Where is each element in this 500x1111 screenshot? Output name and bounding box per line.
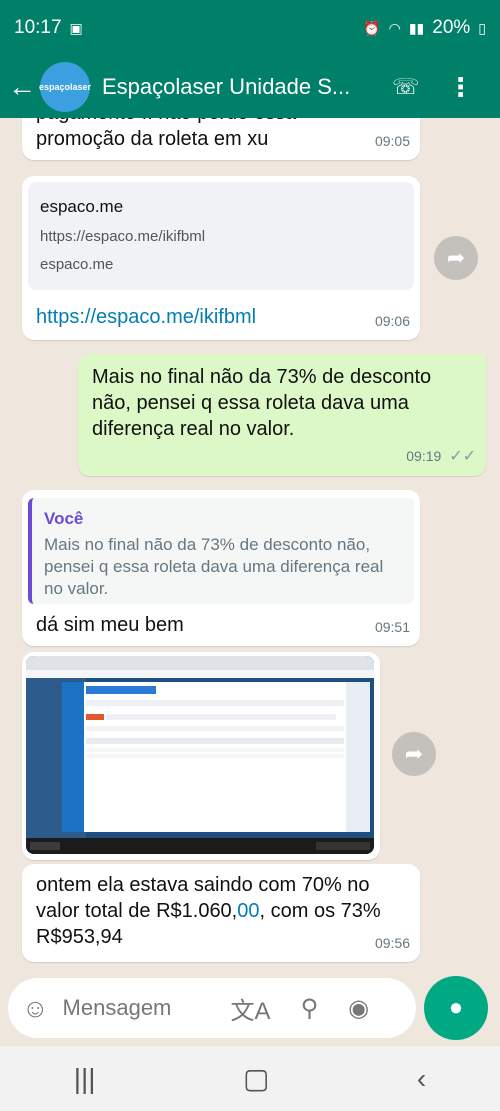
link-preview-card[interactable]: espaco.me https://espaco.me/ikifbml espa… (28, 182, 414, 290)
avatar-label: espaçolaser (38, 82, 92, 92)
back-arrow-icon[interactable]: ← (2, 71, 42, 103)
home-icon[interactable]: ▢ (243, 1062, 269, 1095)
alarm-icon: ⏰ (363, 19, 381, 36)
more-vert-icon[interactable]: ⋮ (448, 72, 474, 103)
message-text: dá sim meu bem (36, 614, 184, 636)
screenshot-image-graphic (26, 656, 374, 854)
message-link[interactable]: https://espaco.me/ikifbml (36, 304, 256, 330)
battery-icon: ▯ (478, 19, 486, 36)
message-outgoing[interactable]: Mais no final não da 73% de desconto não… (78, 354, 486, 476)
message-text: ontem ela estava saindo com 70% no valor… (36, 872, 406, 950)
chat-header: ← espaçolaser Espaçolaser Unidade S... ☏… (0, 56, 500, 118)
forward-icon[interactable]: ➦ (434, 236, 478, 280)
message-incoming-link[interactable]: espaco.me https://espaco.me/ikifbml espa… (22, 176, 420, 340)
message-incoming-image[interactable] (22, 652, 380, 860)
message-time: 09:51 (374, 619, 410, 635)
emoji-icon[interactable]: ☺ (22, 993, 49, 1024)
message-text-link[interactable]: 00 (237, 900, 259, 922)
message-time: 09:56 (374, 935, 410, 951)
avatar[interactable]: espaçolaser (38, 62, 92, 112)
notification-icon: ▣ (69, 19, 83, 36)
screenshot-image[interactable] (26, 656, 374, 854)
message-incoming[interactable]: pagamento .. não perde essa promoção da … (22, 118, 420, 160)
recent-apps-icon[interactable]: ||| (74, 1063, 96, 1095)
quote-text: Mais no final não da 73% de desconto não… (44, 535, 384, 598)
message-text: Mais no final não da 73% de desconto não… (92, 366, 432, 440)
message-incoming[interactable]: ontem ela estava saindo com 70% no valor… (22, 864, 420, 962)
chat-area[interactable]: pagamento .. não perde essa promoção da … (0, 118, 500, 978)
message-incoming-reply[interactable]: Você Mais no final não da 73% de descont… (22, 490, 420, 646)
link-preview-url: https://espaco.me/ikifbml (40, 228, 206, 245)
wifi-icon: ◠ (388, 19, 401, 36)
message-time-value: 09:19 (406, 448, 442, 464)
add-call-icon[interactable]: ☏ (392, 74, 420, 100)
link-preview-title: espaco.me (40, 197, 124, 216)
message-text: pagamento .. não perde essa promoção da … (36, 118, 296, 150)
quote-author: Você (44, 509, 84, 528)
status-bar: 10:17 ▣ ⏰ ◠ ▮▮ 20% ▯ (0, 0, 500, 56)
message-time: 09:06 (374, 313, 410, 329)
camera-icon[interactable]: ◉ (348, 994, 369, 1023)
translate-icon[interactable]: 文A (231, 991, 271, 1026)
attach-icon[interactable]: ⚲ (301, 994, 319, 1023)
chat-title[interactable]: Espaçolaser Unidade S... (102, 74, 372, 100)
system-nav-bar: ||| ▢ ‹ (0, 1046, 500, 1111)
message-time: 09:19 ✓✓ (406, 443, 476, 470)
message-time: 09:05 (374, 133, 410, 149)
forward-icon[interactable]: ➦ (392, 732, 436, 776)
status-time: 10:17 (14, 17, 62, 38)
back-icon[interactable]: ‹ (417, 1063, 426, 1095)
link-preview-domain: espaco.me (40, 256, 114, 273)
mic-icon[interactable]: ● (424, 976, 488, 1040)
quoted-message[interactable]: Você Mais no final não da 73% de descont… (28, 498, 414, 604)
message-input-container[interactable]: ☺ Mensagem 文A ⚲ ◉ (8, 978, 416, 1038)
message-input[interactable]: Mensagem (63, 995, 213, 1021)
read-ticks-icon: ✓✓ (449, 448, 476, 465)
signal-icon: ▮▮ (408, 19, 425, 36)
battery-level: 20% (432, 17, 471, 38)
composer-bar: ☺ Mensagem 文A ⚲ ◉ ● (0, 976, 500, 1046)
